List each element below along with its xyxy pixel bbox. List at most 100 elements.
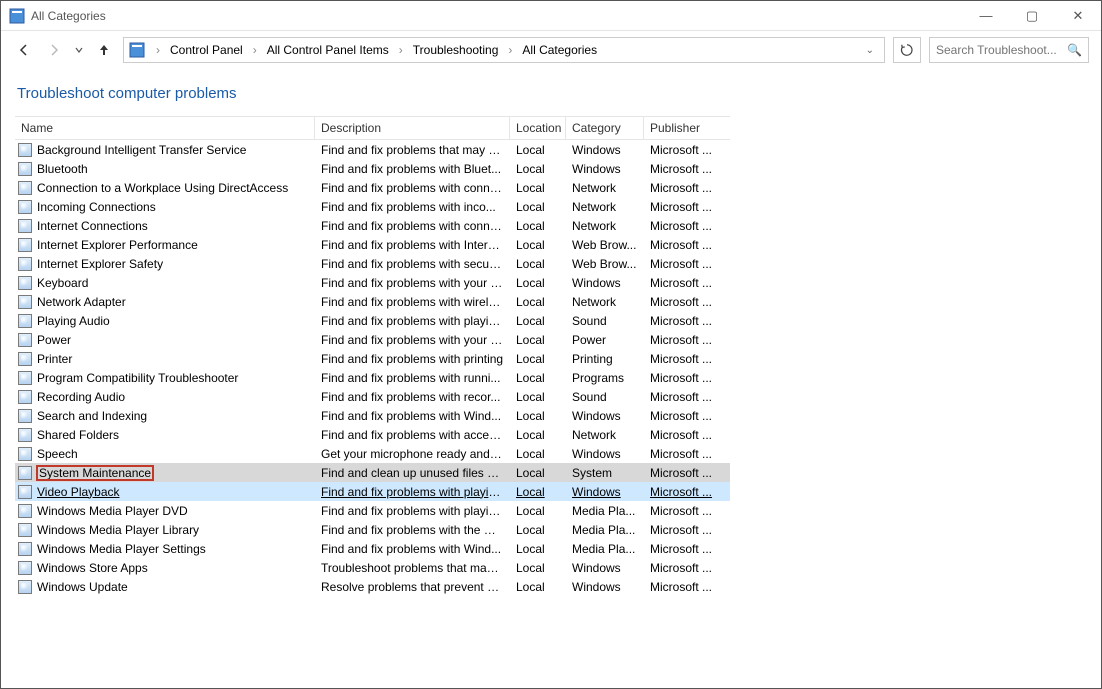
cell-description: Find and fix problems with your c...: [315, 276, 510, 290]
row-label: System Maintenance: [37, 466, 153, 480]
column-header-category[interactable]: Category: [566, 117, 644, 139]
table-row[interactable]: BluetoothFind and fix problems with Blue…: [15, 159, 730, 178]
table-row[interactable]: Video PlaybackFind and fix problems with…: [15, 482, 730, 501]
cell-publisher: Microsoft ...: [644, 504, 726, 518]
cell-name: Shared Folders: [15, 427, 315, 443]
cell-publisher: Microsoft ...: [644, 333, 726, 347]
wmp-set-icon: [17, 541, 33, 557]
breadcrumb-sep-icon[interactable]: ›: [249, 43, 261, 57]
cell-publisher: Microsoft ...: [644, 352, 726, 366]
breadcrumb-sep-icon[interactable]: ›: [152, 43, 164, 57]
table-row[interactable]: Windows Media Player SettingsFind and fi…: [15, 539, 730, 558]
table-row[interactable]: Windows Store AppsTroubleshoot problems …: [15, 558, 730, 577]
compat-icon: [17, 370, 33, 386]
cell-category: System: [566, 466, 644, 480]
row-label: Bluetooth: [37, 162, 88, 176]
breadcrumb-sep-icon[interactable]: ›: [504, 43, 516, 57]
cell-description: Find and fix problems with wirele...: [315, 295, 510, 309]
close-button[interactable]: ✕: [1055, 1, 1101, 30]
address-history-dropdown[interactable]: ⌄: [860, 45, 880, 56]
table-row[interactable]: Background Intelligent Transfer ServiceF…: [15, 140, 730, 159]
column-header-location[interactable]: Location: [510, 117, 566, 139]
row-label: Windows Media Player Settings: [37, 542, 206, 556]
cell-publisher: Microsoft ...: [644, 485, 726, 499]
cell-name: Windows Store Apps: [15, 560, 315, 576]
table-row[interactable]: Internet Explorer SafetyFind and fix pro…: [15, 254, 730, 273]
cell-name: Video Playback: [15, 484, 315, 500]
minimize-button[interactable]: —: [963, 1, 1009, 30]
breadcrumb-all-categories[interactable]: All Categories: [518, 43, 601, 57]
forward-button[interactable]: [43, 39, 65, 61]
row-label: Keyboard: [37, 276, 88, 290]
back-button[interactable]: [13, 39, 35, 61]
row-label: Printer: [37, 352, 72, 366]
up-button[interactable]: [93, 39, 115, 61]
cell-description: Find and fix problems that may p...: [315, 143, 510, 157]
table-row[interactable]: Incoming ConnectionsFind and fix problem…: [15, 197, 730, 216]
cell-name: Windows Media Player Settings: [15, 541, 315, 557]
cell-location: Local: [510, 200, 566, 214]
row-label: Network Adapter: [37, 295, 126, 309]
table-row[interactable]: Keyboard Find and fix problems with your …: [15, 273, 730, 292]
content-area: Troubleshoot computer problems Name Desc…: [1, 69, 1101, 688]
window-title: All Categories: [31, 9, 963, 23]
cell-description: Get your microphone ready and f...: [315, 447, 510, 461]
column-header-name[interactable]: Name: [15, 117, 315, 139]
cell-publisher: Microsoft ...: [644, 257, 726, 271]
cell-name: Recording Audio: [15, 389, 315, 405]
cell-category: Sound: [566, 390, 644, 404]
cell-publisher: Microsoft ...: [644, 238, 726, 252]
table-row[interactable]: PrinterFind and fix problems with printi…: [15, 349, 730, 368]
table-row[interactable]: Playing AudioFind and fix problems with …: [15, 311, 730, 330]
location-icon: [128, 41, 146, 59]
table-row[interactable]: PowerFind and fix problems with your c..…: [15, 330, 730, 349]
table-row[interactable]: Shared FoldersFind and fix problems with…: [15, 425, 730, 444]
cell-name: Printer: [15, 351, 315, 367]
cell-publisher: Microsoft ...: [644, 371, 726, 385]
cell-name: Keyboard: [15, 275, 315, 291]
column-header-publisher[interactable]: Publisher: [644, 117, 726, 139]
table-row[interactable]: Search and IndexingFind and fix problems…: [15, 406, 730, 425]
table-row[interactable]: SpeechGet your microphone ready and f...…: [15, 444, 730, 463]
troubleshooters-table: Name Description Location Category Publi…: [15, 116, 730, 596]
breadcrumb-control-panel[interactable]: Control Panel: [166, 43, 247, 57]
column-header-description[interactable]: Description: [315, 117, 510, 139]
search-input[interactable]: [936, 43, 1082, 57]
refresh-button[interactable]: [893, 37, 921, 63]
breadcrumb-troubleshooting[interactable]: Troubleshooting: [409, 43, 503, 57]
recent-locations-dropdown[interactable]: [73, 39, 85, 61]
cell-publisher: Microsoft ...: [644, 523, 726, 537]
maximize-button[interactable]: ▢: [1009, 1, 1055, 30]
breadcrumb-all-items[interactable]: All Control Panel Items: [263, 43, 393, 57]
navigation-bar: › Control Panel › All Control Panel Item…: [1, 31, 1101, 69]
cell-publisher: Microsoft ...: [644, 143, 726, 157]
breadcrumb-sep-icon[interactable]: ›: [395, 43, 407, 57]
row-label: Shared Folders: [37, 428, 119, 442]
cell-name: Windows Media Player DVD: [15, 503, 315, 519]
cell-name: Background Intelligent Transfer Service: [15, 142, 315, 158]
row-label: Windows Media Player DVD: [37, 504, 188, 518]
table-row[interactable]: System MaintenanceFind and clean up unus…: [15, 463, 730, 482]
window-frame: All Categories — ▢ ✕ › Control Panel › A…: [0, 0, 1102, 689]
table-row[interactable]: Windows Media Player DVDFind and fix pro…: [15, 501, 730, 520]
internet-icon: [17, 218, 33, 234]
table-row[interactable]: Internet Explorer PerformanceFind and fi…: [15, 235, 730, 254]
table-row[interactable]: Recording AudioFind and fix problems wit…: [15, 387, 730, 406]
table-row[interactable]: Windows UpdateResolve problems that prev…: [15, 577, 730, 596]
cell-category: Windows: [566, 447, 644, 461]
cell-publisher: Microsoft ...: [644, 219, 726, 233]
search-box[interactable]: 🔍: [929, 37, 1089, 63]
row-label: Power: [37, 333, 71, 347]
cell-location: Local: [510, 523, 566, 537]
cell-name: Bluetooth: [15, 161, 315, 177]
table-row[interactable]: Network Adapter Find and fix problems wit…: [15, 292, 730, 311]
cell-name: Power: [15, 332, 315, 348]
address-bar[interactable]: › Control Panel › All Control Panel Item…: [123, 37, 885, 63]
cell-category: Windows: [566, 143, 644, 157]
cell-location: Local: [510, 561, 566, 575]
table-row[interactable]: Windows Media Player LibraryFind and fix…: [15, 520, 730, 539]
table-row[interactable]: Internet ConnectionsFind and fix problem…: [15, 216, 730, 235]
table-row[interactable]: Program Compatibility TroubleshooterFind…: [15, 368, 730, 387]
table-row[interactable]: Connection to a Workplace Using DirectAc…: [15, 178, 730, 197]
app-icon: [9, 8, 25, 24]
